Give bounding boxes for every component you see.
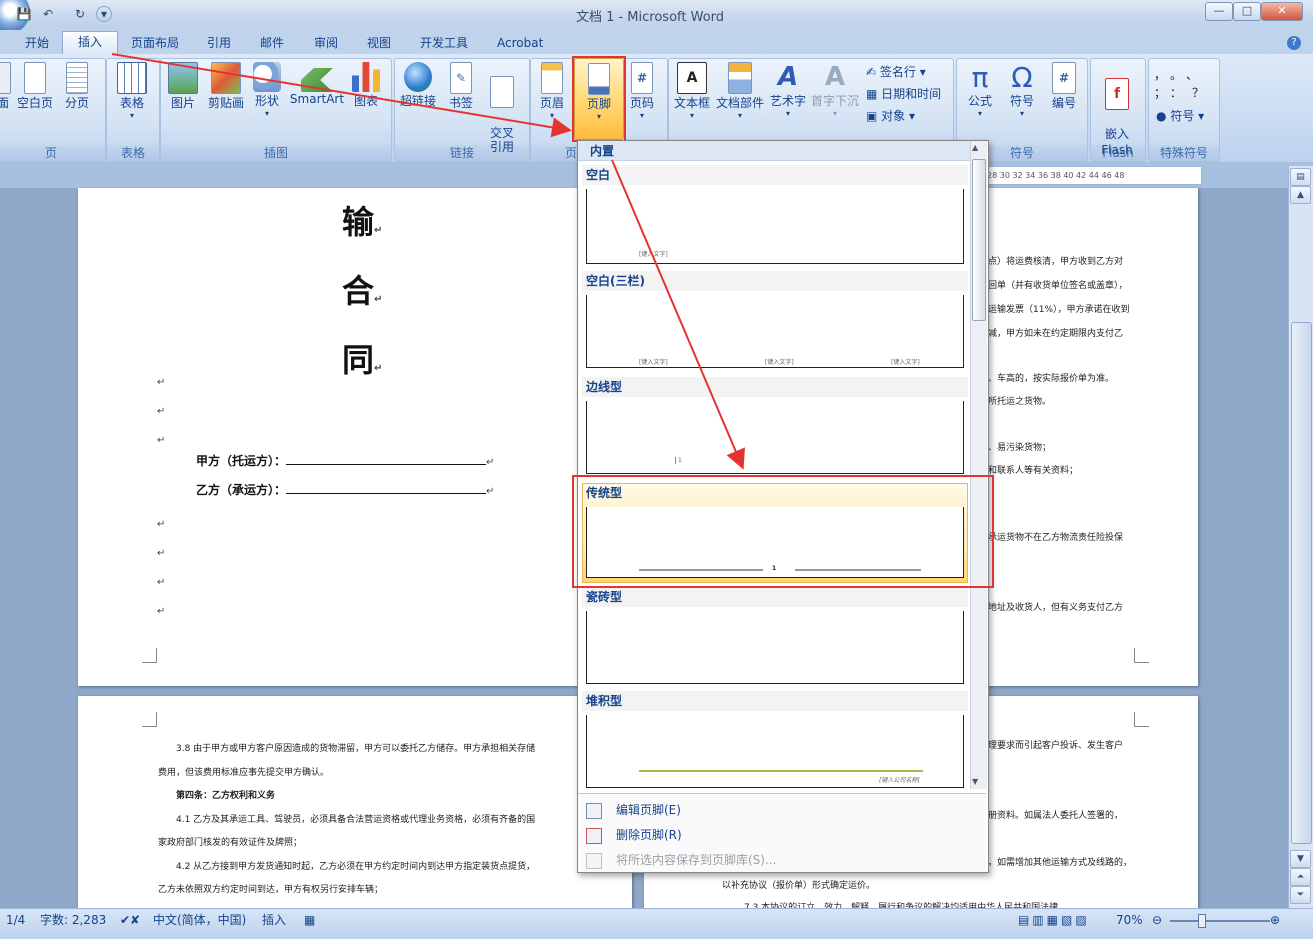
arrow-tab-to-footer bbox=[111, 53, 572, 138]
arrow-footer-to-traditional bbox=[611, 159, 745, 470]
annotation-arrows bbox=[111, 53, 745, 470]
